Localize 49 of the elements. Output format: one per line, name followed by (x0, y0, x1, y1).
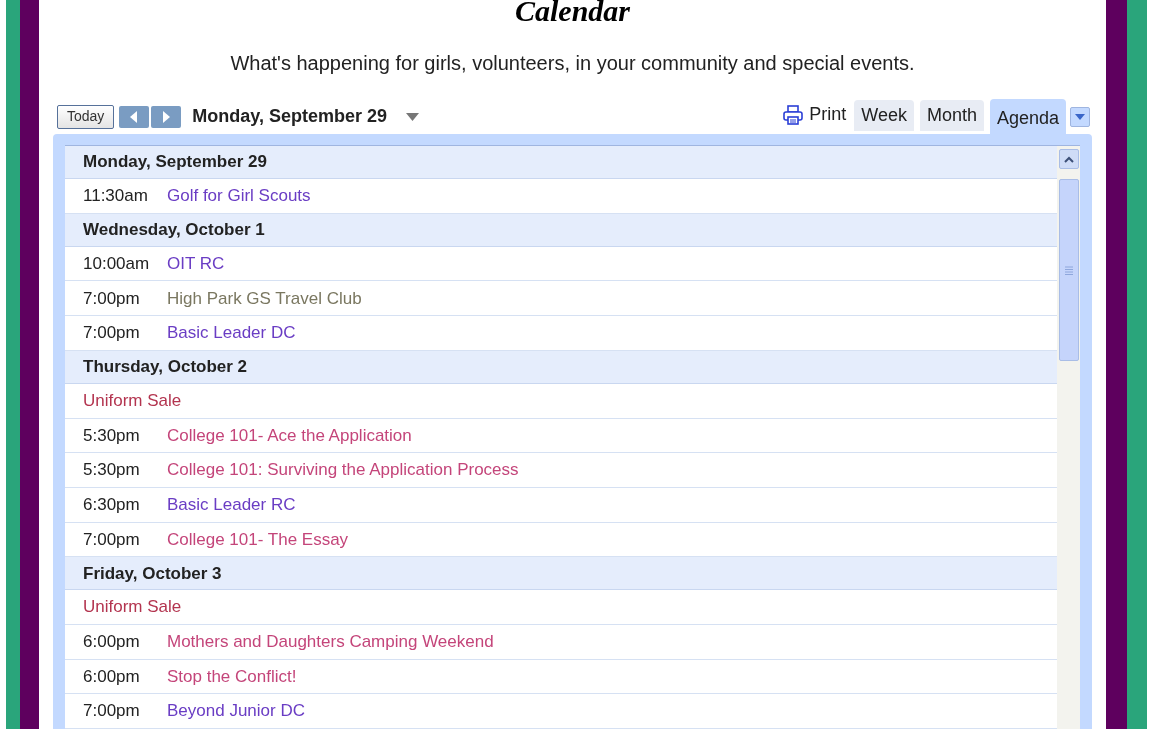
event-time: 7:00pm (83, 322, 141, 345)
current-date: Monday, September 29 (192, 105, 388, 129)
event-link[interactable]: Stop the Conflict! (167, 663, 297, 690)
printer-icon (783, 104, 804, 125)
page-title: Calendar (515, 0, 630, 25)
event-link[interactable]: OIT RC (167, 250, 225, 277)
scroll-up-button[interactable] (1058, 149, 1079, 170)
event-time: 6:00pm (83, 665, 141, 688)
dropdown-arrow-icon[interactable] (406, 112, 420, 121)
event-time: 10:00am (83, 252, 151, 275)
event-link[interactable]: Uniform Sale (83, 594, 182, 620)
event-time: 6:30pm (83, 493, 141, 516)
event-time: 11:30am (83, 185, 149, 208)
event-link[interactable]: Uniform Sale (83, 387, 182, 414)
left-arrow-icon (130, 110, 139, 123)
view-tab[interactable]: Agenda (989, 99, 1066, 135)
next-button[interactable] (151, 105, 182, 128)
event-link[interactable]: Mothers and Daughters Camping Weekend (167, 629, 494, 655)
scrollbar[interactable] (1057, 145, 1080, 729)
day-heading: Wednesday, October 1 (83, 219, 265, 241)
event-link[interactable]: College 101- Ace the Application (167, 422, 412, 449)
event-link[interactable]: High Park GS Travel Club (167, 285, 362, 312)
event-time: 6:00pm (83, 631, 141, 654)
event-link[interactable]: College 101- The Essay (167, 526, 349, 553)
scroll-thumb[interactable] (1058, 179, 1079, 362)
dropdown-arrow-icon (1075, 114, 1085, 121)
day-heading: Monday, September 29 (83, 151, 267, 174)
view-tab[interactable]: Month (919, 100, 984, 132)
print-button[interactable]: Print (783, 101, 847, 135)
view-tab[interactable]: Week (854, 100, 914, 132)
right-arrow-icon (162, 110, 171, 123)
event-time: 5:30pm (83, 424, 141, 447)
previous-button[interactable] (119, 105, 150, 128)
event-link[interactable]: College 101: Surviving the Application Process (167, 457, 519, 483)
event-link[interactable]: Basic Leader DC (167, 320, 296, 346)
event-time: 7:00pm (83, 700, 141, 723)
grip-icon (1064, 265, 1073, 275)
event-time: 5:30pm (83, 459, 141, 482)
event-link[interactable]: Golf for Girl Scouts (167, 183, 311, 209)
event-time: 7:00pm (83, 287, 141, 310)
today-button[interactable]: Today (57, 104, 115, 129)
up-chevron-icon (1063, 155, 1074, 163)
page-subtitle: What's happening for girls, volunteers, in your community and special events. (230, 51, 915, 76)
day-heading: Thursday, October 2 (83, 356, 248, 379)
view-menu-button[interactable] (1070, 107, 1090, 128)
day-heading: Friday, October 3 (83, 562, 222, 585)
event-link[interactable]: Beyond Junior DC (167, 698, 305, 724)
event-link[interactable]: Basic Leader RC (167, 491, 296, 518)
event-time: 7:00pm (83, 528, 141, 551)
